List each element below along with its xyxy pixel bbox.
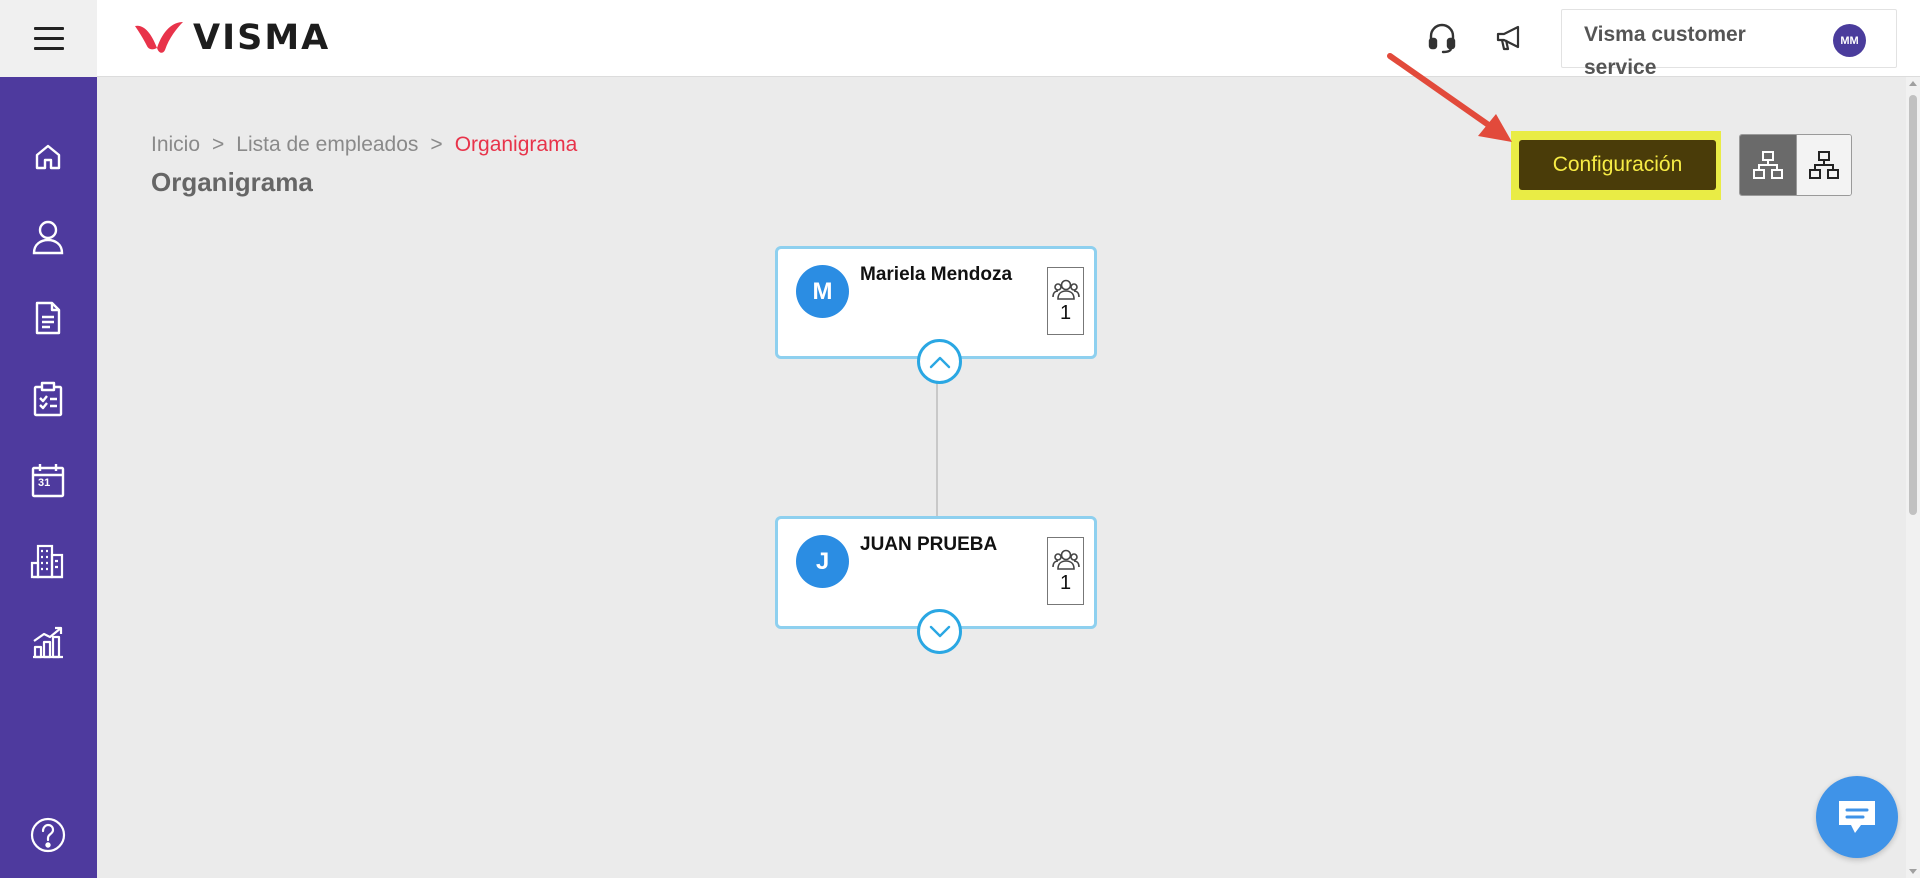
page-title: Organigrama [151,167,313,197]
org-connector-line [936,362,938,518]
account-name: Visma customer service [1584,23,1746,79]
clipboard-check-icon [33,381,63,417]
scroll-thumb[interactable] [1909,95,1917,515]
building-icon [30,544,64,579]
help-icon [30,817,66,853]
hierarchy-icon [1808,151,1839,179]
sidebar-item-home[interactable] [28,137,68,177]
team-count: 1 [1059,571,1072,594]
sidebar-item-calendar[interactable]: 31 [28,460,68,500]
team-count-badge[interactable]: 1 [1047,537,1084,605]
sidebar-item-organization[interactable] [28,541,68,581]
breadcrumb-separator: > [430,133,443,156]
chevron-up-icon [929,356,950,368]
scroll-up-arrow[interactable] [1909,81,1917,86]
tree-view-button[interactable] [1795,135,1851,195]
visma-logo[interactable]: VISMA [133,18,330,58]
org-node[interactable]: J JUAN PRUEBA 1 [775,516,1097,654]
breadcrumb-employee-list[interactable]: Lista de empleados [236,133,418,157]
account-avatar: MM [1833,24,1866,57]
node-name: JUAN PRUEBA [860,534,998,555]
breadcrumb-current: Organigrama [454,133,578,156]
node-avatar: M [796,265,849,318]
vertical-scrollbar[interactable] [1906,77,1920,878]
team-count-badge[interactable]: 1 [1047,267,1084,335]
org-view-button[interactable] [1740,135,1796,195]
team-count: 1 [1059,301,1072,324]
breadcrumb: Inicio > Lista de empleados > Organigram… [151,133,577,157]
growth-chart-icon [33,626,63,659]
breadcrumb-separator: > [212,133,225,156]
sidebar-item-help[interactable] [28,815,68,855]
node-name: Mariela Mendoza [860,264,1013,285]
account-menu[interactable]: Visma customer service MM [1561,9,1897,79]
calendar-day: 31 [38,477,51,489]
hierarchy-icon [1752,151,1783,179]
team-icon [1051,549,1080,570]
sidebar-item-tasks[interactable] [28,379,68,419]
collapse-button[interactable] [917,339,962,384]
breadcrumb-inicio[interactable]: Inicio [151,133,200,157]
chat-icon [1839,801,1875,833]
menu-line [33,47,64,50]
visma-logo-mark [135,22,183,53]
view-toggle [1739,134,1852,196]
org-node[interactable]: M Mariela Mendoza 1 [775,246,1097,384]
chevron-down-icon [929,625,950,637]
logo-text: VISMA [193,18,331,58]
sidebar-item-documents[interactable] [28,298,68,338]
home-icon [35,144,61,170]
team-icon [1051,279,1080,300]
configuration-button[interactable]: Configuración [1519,140,1716,190]
annotation-arrow [1387,53,1512,142]
expand-button[interactable] [917,609,962,654]
menu-line [33,37,64,40]
sidebar: 31 [0,77,97,878]
sidebar-item-user[interactable] [28,217,68,257]
node-avatar: J [796,535,849,588]
user-icon [32,220,64,255]
chat-button[interactable] [1816,776,1898,858]
menu-line [33,27,64,30]
sidebar-item-reports[interactable] [28,622,68,662]
document-icon [35,301,61,335]
scroll-down-arrow[interactable] [1909,869,1917,874]
menu-button[interactable] [0,0,97,77]
top-bar: VISMA Visma customer service MM [0,0,1920,79]
